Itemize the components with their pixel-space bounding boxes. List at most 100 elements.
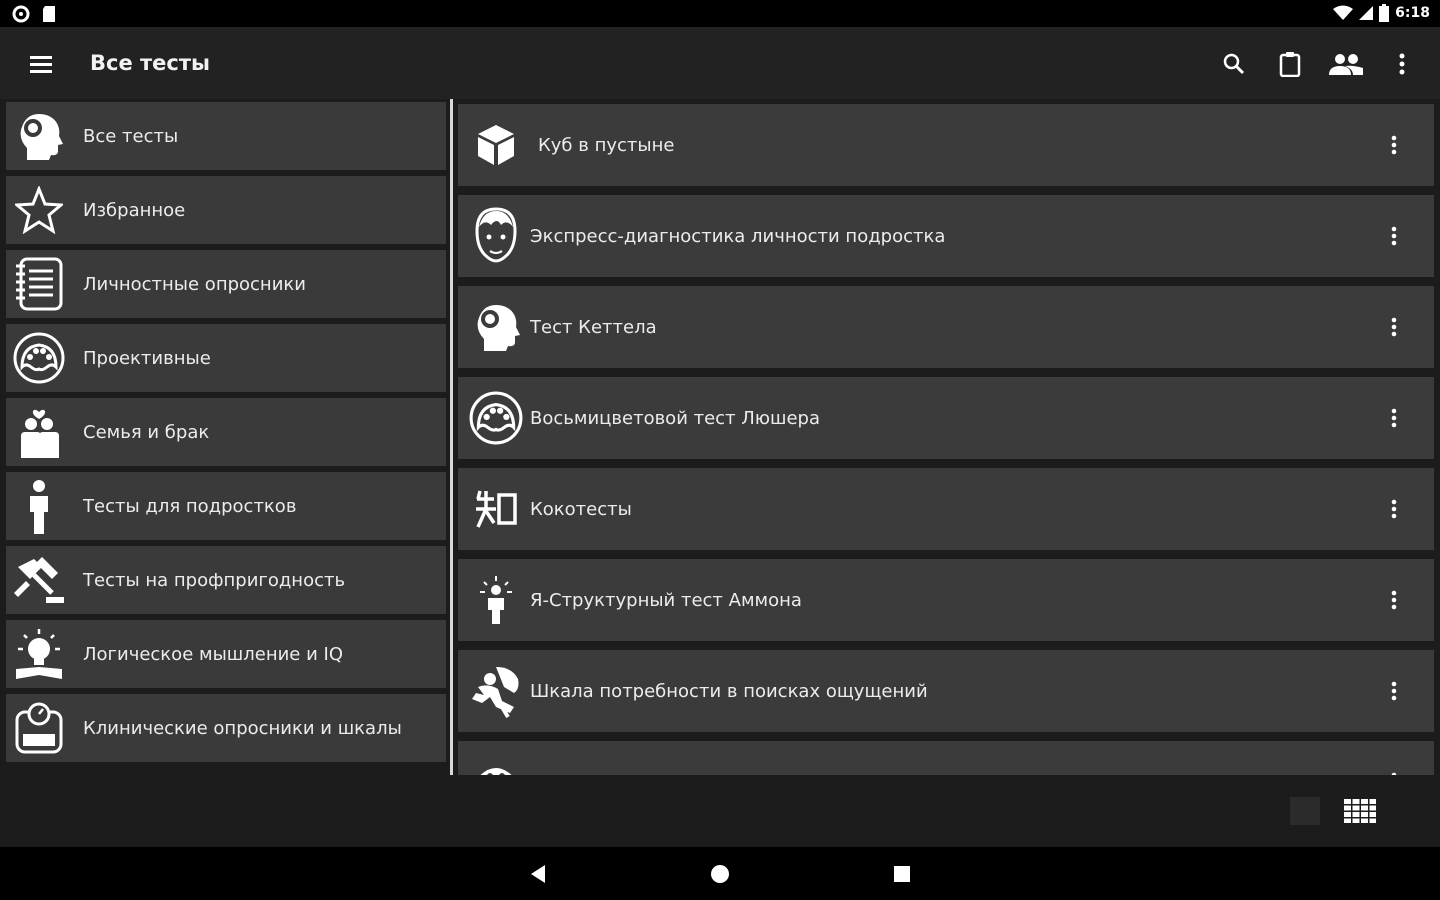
more-vert-icon bbox=[1391, 317, 1397, 337]
cube-icon bbox=[464, 113, 528, 177]
family-icon bbox=[9, 402, 69, 462]
list-item-luscher[interactable]: Восьмицветовой тест Люшера bbox=[458, 377, 1434, 459]
sidebar-item-label: Проективные bbox=[83, 347, 211, 369]
sidebar-item-label: Тесты на профпригодность bbox=[83, 569, 346, 591]
partial-icon bbox=[464, 750, 528, 775]
item-menu-button[interactable] bbox=[1376, 672, 1412, 710]
kanji-icon bbox=[464, 477, 528, 541]
toolbar-actions bbox=[1210, 41, 1426, 87]
settings-notification-icon bbox=[12, 5, 30, 23]
more-vert-icon bbox=[1391, 681, 1397, 701]
overflow-menu-button[interactable] bbox=[1378, 41, 1426, 87]
person-sparkle-icon bbox=[464, 568, 528, 632]
sidebar-item-label: Личностные опросники bbox=[83, 273, 306, 295]
search-button[interactable] bbox=[1210, 41, 1258, 87]
page-title: Все тесты bbox=[90, 51, 211, 75]
list-item-label: Я-Структурный тест Аммона bbox=[530, 589, 802, 611]
cell-signal-icon bbox=[1359, 6, 1374, 20]
more-vert-icon bbox=[1399, 53, 1405, 75]
wifi-icon bbox=[1333, 5, 1354, 20]
item-menu-button[interactable] bbox=[1376, 308, 1412, 346]
teen-icon bbox=[9, 476, 69, 536]
recents-square-icon bbox=[894, 866, 910, 882]
item-menu-button[interactable] bbox=[1376, 399, 1412, 437]
sidebar-item-label: Все тесты bbox=[83, 125, 179, 147]
menu-button[interactable] bbox=[20, 43, 62, 85]
sidebar-item-label: Семья и брак bbox=[83, 421, 210, 443]
category-sidebar: Все тесты Избранное Личностные опросники… bbox=[4, 99, 446, 775]
more-vert-icon bbox=[1391, 408, 1397, 428]
app-toolbar: Все тесты bbox=[0, 27, 1440, 99]
item-menu-button[interactable] bbox=[1376, 126, 1412, 164]
sidebar-item-career[interactable]: Тесты на профпригодность bbox=[6, 546, 446, 614]
list-item-kokotests[interactable]: Кокотесты bbox=[458, 468, 1434, 550]
test-list: Куб в пустыне Экспресс-диагностика лично… bbox=[458, 99, 1436, 775]
sidebar-item-teens[interactable]: Тесты для подростков bbox=[6, 472, 446, 540]
palette-icon bbox=[464, 386, 528, 450]
star-icon bbox=[9, 180, 69, 240]
sidebar-item-personality[interactable]: Личностные опросники bbox=[6, 250, 446, 318]
list-view-button[interactable] bbox=[1290, 797, 1320, 825]
list-item-label: Экспресс-диагностика личности подростка bbox=[530, 225, 946, 247]
list-item-ammon[interactable]: Я-Структурный тест Аммона bbox=[458, 559, 1434, 641]
more-vert-icon bbox=[1391, 590, 1397, 610]
list-item-label: Восьмицветовой тест Люшера bbox=[530, 407, 820, 429]
status-bar-left bbox=[12, 5, 56, 23]
battery-icon bbox=[1379, 4, 1390, 22]
people-icon bbox=[1329, 54, 1363, 75]
sidebar-item-label: Логическое мышление и IQ bbox=[83, 643, 343, 665]
list-item-cube[interactable]: Куб в пустыне bbox=[458, 104, 1434, 186]
grid-icon bbox=[1344, 799, 1376, 823]
lightbulb-icon bbox=[9, 624, 69, 684]
more-vert-icon bbox=[1391, 135, 1397, 155]
list-item-teen-diagnostics[interactable]: Экспресс-диагностика личности подростка bbox=[458, 195, 1434, 277]
content-area: Все тесты Избранное Личностные опросники… bbox=[0, 99, 1440, 775]
sidebar-item-all-tests[interactable]: Все тесты bbox=[6, 102, 446, 170]
item-menu-button[interactable] bbox=[1376, 763, 1412, 775]
sd-card-icon bbox=[43, 6, 55, 22]
sidebar-item-projective[interactable]: Проективные bbox=[6, 324, 446, 392]
view-switcher-bar bbox=[0, 775, 1440, 847]
more-vert-icon bbox=[1391, 226, 1397, 246]
clipboard-icon bbox=[1279, 52, 1301, 77]
sidebar-item-clinical[interactable]: Клинические опросники и шкалы bbox=[6, 694, 446, 762]
list-item-label: Кокотесты bbox=[530, 498, 632, 520]
home-circle-icon bbox=[711, 865, 729, 883]
boy-face-icon bbox=[464, 204, 528, 268]
sidebar-item-iq[interactable]: Логическое мышление и IQ bbox=[6, 620, 446, 688]
search-icon bbox=[1223, 53, 1245, 75]
hamburger-icon bbox=[30, 56, 52, 73]
head-gears-icon bbox=[9, 106, 69, 166]
sidebar-item-label: Клинические опросники и шкалы bbox=[83, 717, 402, 739]
notebook-icon bbox=[9, 254, 69, 314]
item-menu-button[interactable] bbox=[1376, 581, 1412, 619]
more-vert-icon bbox=[1391, 499, 1397, 519]
grid-view-button[interactable] bbox=[1340, 795, 1380, 827]
list-item-cattell[interactable]: Тест Кеттела bbox=[458, 286, 1434, 368]
clipboard-button[interactable] bbox=[1266, 41, 1314, 87]
home-button[interactable] bbox=[700, 857, 740, 891]
status-bar-right: 6:18 bbox=[1333, 4, 1430, 22]
sidebar-item-label: Избранное bbox=[83, 199, 186, 221]
sidebar-item-family[interactable]: Семья и брак bbox=[6, 398, 446, 466]
item-menu-button[interactable] bbox=[1376, 217, 1412, 255]
recents-button[interactable] bbox=[882, 857, 922, 891]
system-nav-bar bbox=[0, 847, 1440, 900]
list-item-label: Шкала потребности в поисках ощущений bbox=[530, 680, 928, 702]
climber-icon bbox=[464, 659, 528, 723]
list-item-partial[interactable] bbox=[458, 741, 1434, 775]
back-button[interactable] bbox=[518, 857, 558, 891]
back-triangle-icon bbox=[531, 865, 545, 883]
sidebar-item-favorites[interactable]: Избранное bbox=[6, 176, 446, 244]
list-item-sensation-seeking[interactable]: Шкала потребности в поисках ощущений bbox=[458, 650, 1434, 732]
list-item-label: Куб в пустыне bbox=[538, 134, 675, 156]
status-time: 6:18 bbox=[1395, 5, 1430, 21]
head-gears-icon bbox=[464, 295, 528, 359]
pane-divider bbox=[450, 99, 453, 775]
status-bar: 6:18 bbox=[0, 0, 1440, 27]
scale-icon bbox=[9, 698, 69, 758]
people-button[interactable] bbox=[1322, 41, 1370, 87]
tools-icon bbox=[9, 550, 69, 610]
item-menu-button[interactable] bbox=[1376, 490, 1412, 528]
list-item-label: Тест Кеттела bbox=[530, 316, 657, 338]
